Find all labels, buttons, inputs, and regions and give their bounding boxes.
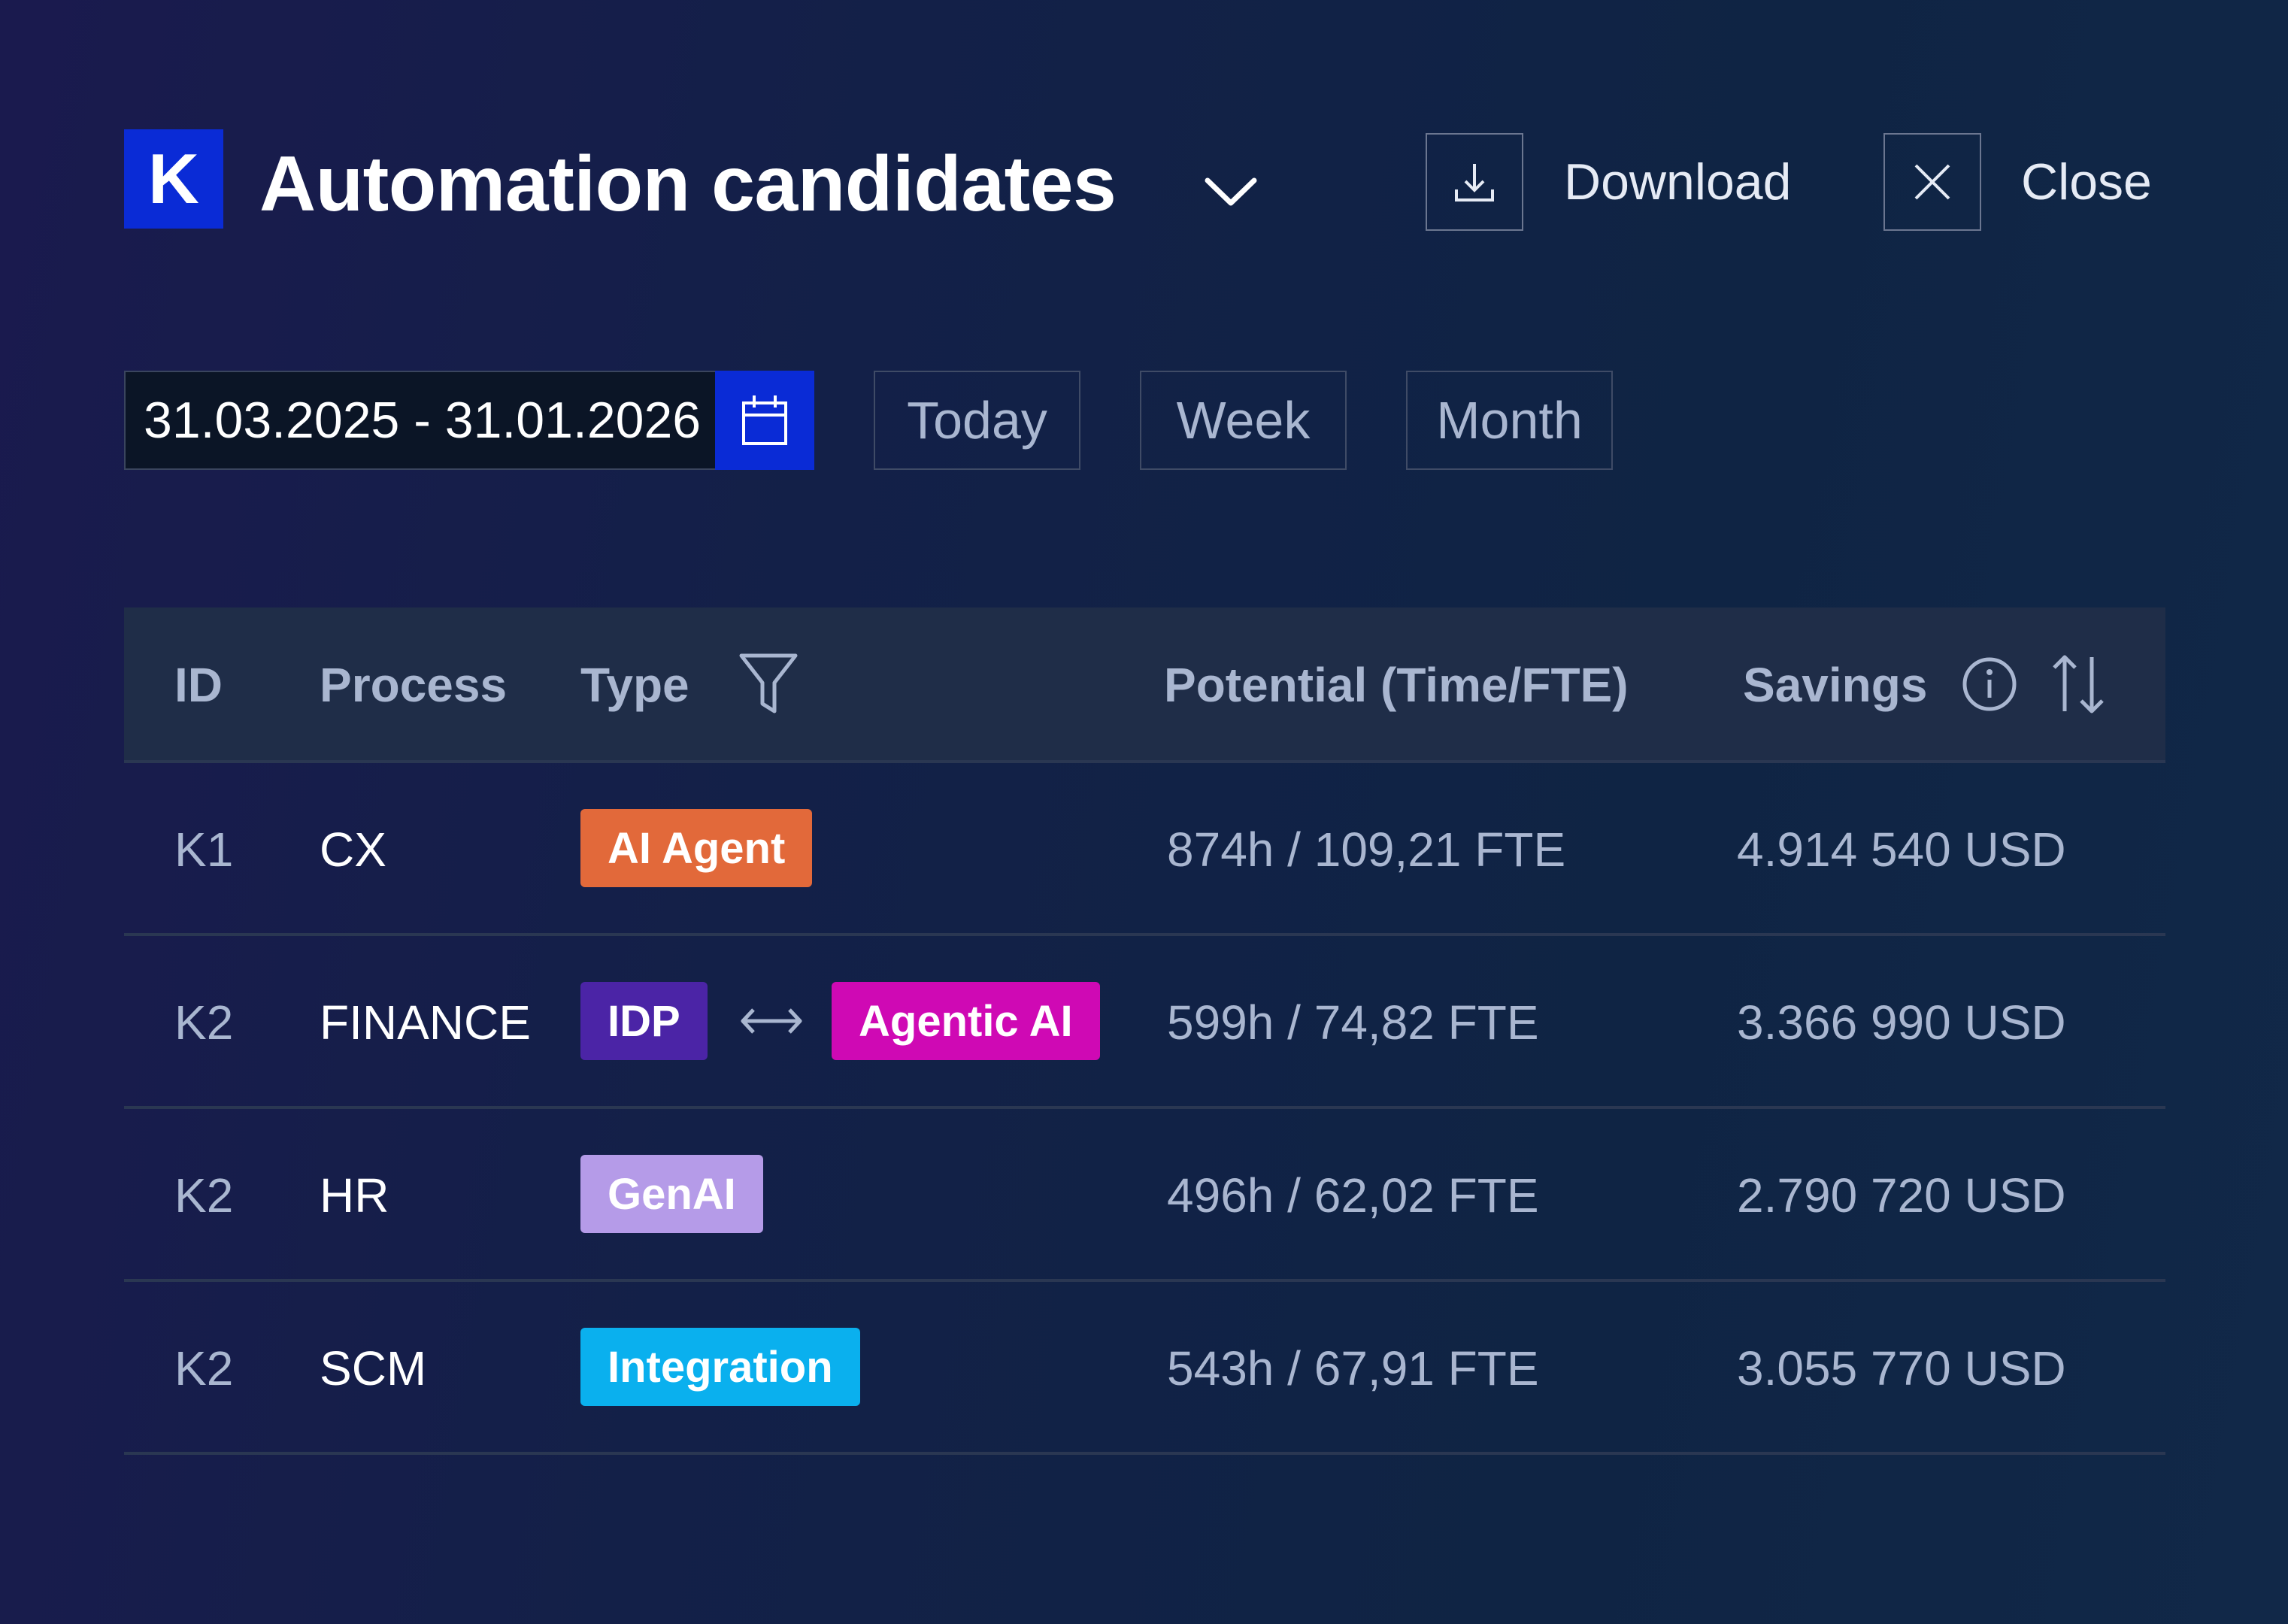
- cell-id: K2: [174, 995, 234, 1050]
- calendar-icon: [742, 395, 787, 445]
- calendar-button[interactable]: [715, 371, 814, 470]
- range-month-button[interactable]: Month: [1406, 371, 1613, 470]
- page-title[interactable]: Automation candidates: [259, 135, 1117, 233]
- cell-process: HR: [320, 1168, 389, 1223]
- close-icon: [1914, 164, 1950, 200]
- app-logo: K: [124, 129, 223, 229]
- column-header-type: Type: [580, 657, 689, 712]
- filter-icon[interactable]: [737, 651, 800, 717]
- type-tag-agentic-ai: Agentic AI: [832, 982, 1100, 1060]
- cell-id: K2: [174, 1341, 234, 1395]
- info-icon[interactable]: [1961, 656, 2018, 713]
- column-header-savings[interactable]: Savings: [1743, 607, 1927, 762]
- cell-potential: 874h / 109,21 FTE: [1167, 823, 1566, 877]
- cell-process: FINANCE: [320, 995, 531, 1050]
- cell-savings: 4.914 540 USD: [1737, 823, 2066, 877]
- download-button[interactable]: [1426, 133, 1523, 231]
- type-tag-idp: IDP: [580, 982, 708, 1060]
- type-tag-integration: Integration: [580, 1328, 860, 1406]
- download-label[interactable]: Download: [1564, 133, 1791, 231]
- type-tag-ai-agent: AI Agent: [580, 809, 813, 887]
- cell-process: SCM: [320, 1341, 427, 1395]
- column-header-potential[interactable]: Potential (Time/FTE): [1164, 607, 1629, 762]
- date-range-input[interactable]: 31.03.2025 - 31.01.2026: [124, 371, 717, 470]
- cell-savings: 2.790 720 USD: [1737, 1168, 2066, 1223]
- cell-id: K1: [174, 823, 234, 877]
- column-header-process: Process: [320, 657, 508, 712]
- divider: [124, 1452, 2165, 1455]
- cell-id: K2: [174, 1168, 234, 1223]
- sort-icon[interactable]: [2048, 651, 2110, 717]
- close-button[interactable]: [1883, 133, 1981, 231]
- range-week-button[interactable]: Week: [1140, 371, 1347, 470]
- type-tag-genai: GenAI: [580, 1155, 763, 1233]
- chevron-down-icon[interactable]: [1202, 170, 1260, 211]
- download-icon: [1455, 164, 1494, 201]
- range-today-button[interactable]: Today: [874, 371, 1080, 470]
- cell-potential: 496h / 62,02 FTE: [1167, 1168, 1539, 1223]
- cell-savings: 3.055 770 USD: [1737, 1341, 2066, 1395]
- cell-savings: 3.366 990 USD: [1737, 995, 2066, 1050]
- cell-process: CX: [320, 823, 386, 877]
- cell-potential: 599h / 74,82 FTE: [1167, 995, 1539, 1050]
- cell-potential: 543h / 67,91 FTE: [1167, 1341, 1539, 1395]
- bidirectional-arrow-icon: [741, 1008, 802, 1034]
- column-header-id: ID: [174, 657, 223, 712]
- close-label[interactable]: Close: [2021, 133, 2152, 231]
